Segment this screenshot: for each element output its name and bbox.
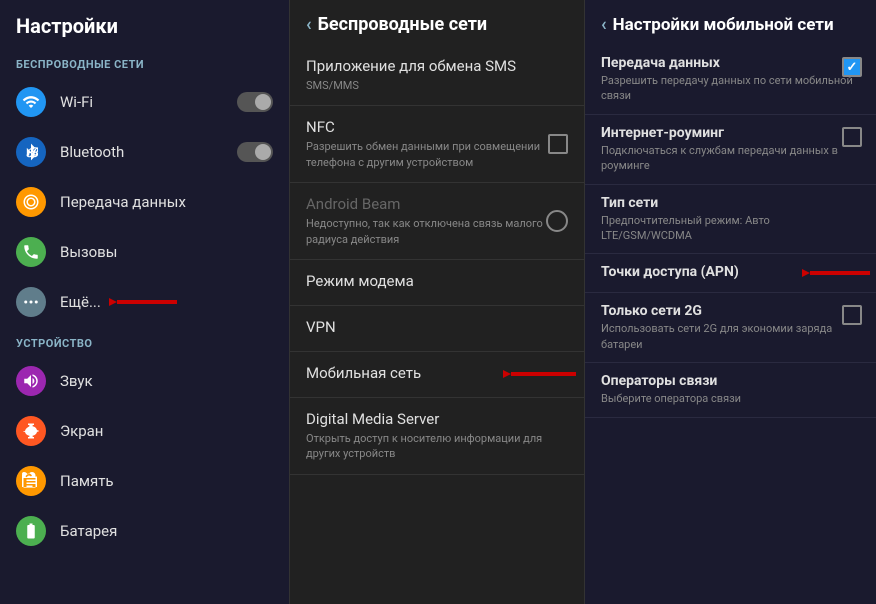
- net-type-title: Тип сети: [601, 195, 860, 211]
- operators-title: Операторы связи: [601, 373, 860, 389]
- roaming-title: Интернет-роуминг: [601, 125, 860, 141]
- nfc-title: NFC: [306, 118, 568, 136]
- battery-label: Батарея: [60, 522, 117, 540]
- wifi-label: Wi-Fi: [60, 93, 93, 111]
- calls-icon: [16, 237, 46, 267]
- more-icon: [16, 287, 46, 317]
- battery-icon: [16, 516, 46, 546]
- svg-text:𝓑: 𝓑: [26, 146, 38, 161]
- menu-item-bluetooth[interactable]: 𝓑 Bluetooth: [0, 127, 289, 177]
- nfc-subtitle: Разрешить обмен данными при совмещении т…: [306, 139, 568, 170]
- memory-icon: [16, 466, 46, 496]
- menu-item-calls[interactable]: Вызовы: [0, 227, 289, 277]
- vpn-title: VPN: [306, 318, 568, 336]
- right-item-roaming[interactable]: Интернет-роуминг Подключаться к службам …: [585, 115, 876, 185]
- right-panel-title: ‹ Настройки мобильной сети: [585, 0, 876, 45]
- bluetooth-icon: 𝓑: [16, 137, 46, 167]
- data-icon: [16, 187, 46, 217]
- dms-subtitle: Открыть доступ к носителю информации для…: [306, 431, 568, 462]
- menu-item-wifi[interactable]: Wi-Fi: [0, 77, 289, 127]
- right-item-2g[interactable]: Только сети 2G Использовать сети 2G для …: [585, 293, 876, 363]
- 2g-checkbox[interactable]: [842, 305, 862, 325]
- roaming-checkbox[interactable]: [842, 127, 862, 147]
- roaming-subtitle: Подключаться к службам передачи данных в…: [601, 143, 860, 174]
- mid-item-beam: Android Beam Недоступно, так как отключе…: [290, 183, 584, 260]
- menu-item-battery[interactable]: Батарея: [0, 506, 289, 556]
- data-transfer-title: Передача данных: [601, 55, 860, 71]
- data-transfer-checkbox[interactable]: ✓: [842, 57, 862, 77]
- more-red-arrow: [109, 288, 179, 316]
- middle-panel: ‹ Беспроводные сети Приложение для обмен…: [290, 0, 585, 604]
- wifi-icon: [16, 87, 46, 117]
- modem-title: Режим модема: [306, 272, 568, 290]
- mid-item-dms[interactable]: Digital Media Server Открыть доступ к но…: [290, 398, 584, 475]
- 2g-subtitle: Использовать сети 2G для экономии заряда…: [601, 321, 860, 352]
- section-header-wireless: БЕСПРОВОДНЫЕ СЕТИ: [0, 48, 289, 77]
- section-header-device: УСТРОЙСТВО: [0, 327, 289, 356]
- sound-label: Звук: [60, 372, 93, 390]
- wifi-toggle[interactable]: [237, 92, 273, 112]
- right-item-apn[interactable]: Точки доступа (APN): [585, 254, 876, 293]
- operators-subtitle: Выберите оператора связи: [601, 391, 860, 406]
- bluetooth-label: Bluetooth: [60, 143, 124, 161]
- mobile-net-red-arrow: [503, 360, 578, 388]
- beam-radio: [546, 210, 568, 232]
- dms-title: Digital Media Server: [306, 410, 568, 428]
- left-panel-title: Настройки: [0, 0, 289, 48]
- right-back-arrow[interactable]: ‹: [601, 14, 607, 35]
- nfc-checkbox[interactable]: [548, 134, 568, 154]
- net-type-subtitle: Предпочтительный режим: Авто LTE/GSM/WCD…: [601, 213, 860, 244]
- data-label: Передача данных: [60, 193, 186, 211]
- beam-subtitle: Недоступно, так как отключена связь мало…: [306, 216, 568, 247]
- mid-item-vpn[interactable]: VPN: [290, 306, 584, 352]
- more-label: Ещё...: [60, 293, 101, 311]
- screen-icon: [16, 416, 46, 446]
- checkmark-icon: ✓: [847, 60, 858, 75]
- menu-item-sound[interactable]: Звук: [0, 356, 289, 406]
- beam-title: Android Beam: [306, 195, 568, 213]
- mid-item-nfc[interactable]: NFC Разрешить обмен данными при совмещен…: [290, 106, 584, 183]
- right-item-operators[interactable]: Операторы связи Выберите оператора связи: [585, 363, 876, 417]
- mid-item-modem[interactable]: Режим модема: [290, 260, 584, 306]
- sound-icon: [16, 366, 46, 396]
- middle-back-arrow[interactable]: ‹: [306, 14, 312, 35]
- screen-label: Экран: [60, 422, 103, 440]
- middle-panel-title: ‹ Беспроводные сети: [290, 0, 584, 45]
- memory-label: Память: [60, 472, 114, 490]
- menu-item-memory[interactable]: Память: [0, 456, 289, 506]
- right-item-net-type[interactable]: Тип сети Предпочтительный режим: Авто LT…: [585, 185, 876, 255]
- apn-red-arrow: [802, 259, 872, 287]
- menu-item-screen[interactable]: Экран: [0, 406, 289, 456]
- 2g-title: Только сети 2G: [601, 303, 860, 319]
- right-panel: ‹ Настройки мобильной сети Передача данн…: [585, 0, 876, 604]
- mid-item-sms[interactable]: Приложение для обмена SMS SMS/MMS: [290, 45, 584, 106]
- sms-title: Приложение для обмена SMS: [306, 57, 568, 75]
- calls-label: Вызовы: [60, 243, 117, 261]
- right-item-data[interactable]: Передача данных Разрешить передачу данны…: [585, 45, 876, 115]
- left-panel: Настройки БЕСПРОВОДНЫЕ СЕТИ Wi-Fi 𝓑 Blue…: [0, 0, 290, 604]
- data-transfer-subtitle: Разрешить передачу данных по сети мобиль…: [601, 73, 860, 104]
- menu-item-data[interactable]: Передача данных: [0, 177, 289, 227]
- sms-subtitle: SMS/MMS: [306, 78, 568, 93]
- menu-item-more[interactable]: Ещё...: [0, 277, 289, 327]
- mid-item-mobile-net[interactable]: Мобильная сеть: [290, 352, 584, 398]
- bluetooth-toggle[interactable]: [237, 142, 273, 162]
